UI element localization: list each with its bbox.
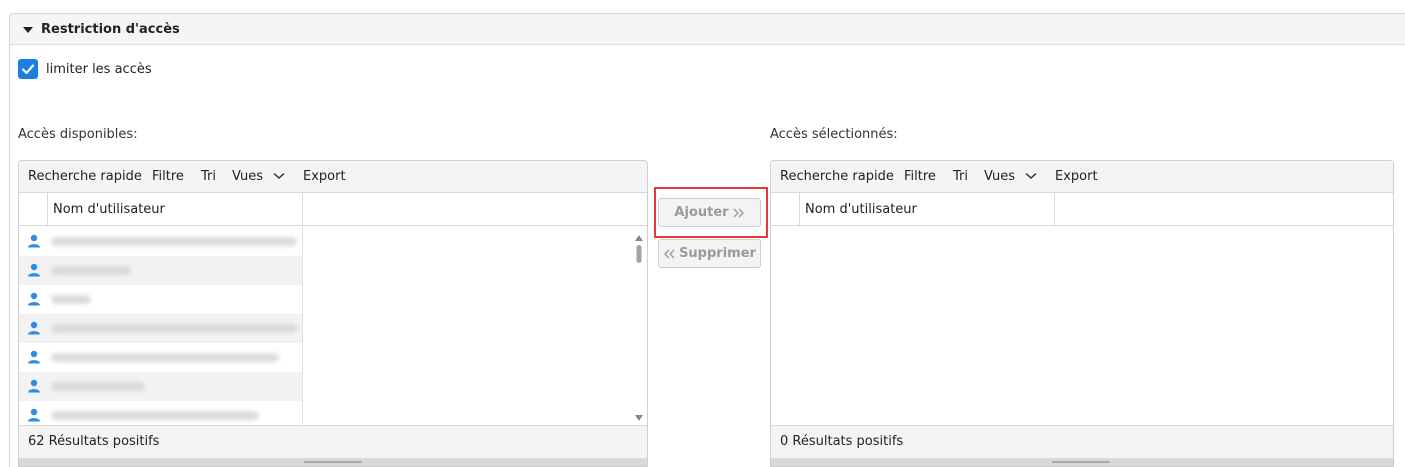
blurred-username: [51, 324, 297, 333]
export-button[interactable]: Export: [303, 169, 346, 184]
column-header-username[interactable]: Nom d'utilisateur: [53, 202, 165, 217]
column-separator: [799, 193, 800, 225]
filter-button[interactable]: Filtre: [152, 169, 184, 184]
double-chevron-right-icon: [733, 208, 744, 217]
scrollbar-thumb[interactable]: [1052, 461, 1110, 463]
check-icon: [21, 64, 35, 75]
blurred-username: [51, 237, 297, 246]
blurred-username: [51, 382, 145, 391]
panel-header[interactable]: Restriction d'accès: [10, 14, 1405, 45]
add-button[interactable]: Ajouter: [658, 198, 761, 227]
user-icon: [28, 292, 40, 306]
blurred-username: [51, 295, 91, 304]
double-chevron-left-icon: [664, 249, 675, 258]
caret-down-icon[interactable]: [23, 27, 33, 33]
grid-footer: 62 Résultats positifs: [19, 425, 647, 466]
user-icon: [28, 379, 40, 393]
export-button[interactable]: Export: [1055, 169, 1098, 184]
grid-toolbar: Recherche rapide Filtre Tri Vues Export: [771, 161, 1393, 193]
sort-button[interactable]: Tri: [201, 169, 216, 184]
grid-header: Nom d'utilisateur: [19, 193, 647, 226]
column-divider: [302, 227, 303, 426]
grid-footer: 0 Résultats positifs: [771, 425, 1393, 466]
views-button[interactable]: Vues: [984, 169, 1015, 184]
table-row[interactable]: [19, 343, 302, 372]
chevron-down-icon[interactable]: [273, 172, 285, 180]
available-access-grid: Recherche rapide Filtre Tri Vues Export …: [18, 160, 648, 467]
views-button[interactable]: Vues: [232, 169, 263, 184]
user-icon: [28, 234, 40, 248]
limit-access-label[interactable]: limiter les accès: [46, 62, 152, 77]
available-access-label: Accès disponibles:: [18, 127, 138, 142]
table-row[interactable]: [19, 227, 302, 256]
table-row[interactable]: [19, 314, 302, 343]
result-count: 0 Résultats positifs: [780, 434, 904, 449]
remove-button[interactable]: Supprimer: [658, 239, 761, 268]
user-icon: [28, 321, 40, 335]
scrollbar-thumb[interactable]: [304, 461, 362, 463]
panel-title: Restriction d'accès: [41, 22, 180, 37]
quick-search-button[interactable]: Recherche rapide: [780, 169, 894, 184]
grid-toolbar: Recherche rapide Filtre Tri Vues Export: [19, 161, 647, 193]
selected-access-grid: Recherche rapide Filtre Tri Vues Export …: [770, 160, 1394, 467]
table-row[interactable]: [19, 285, 302, 314]
table-row[interactable]: [19, 256, 302, 285]
vertical-scrollbar[interactable]: [634, 231, 644, 423]
column-separator: [47, 193, 48, 225]
blurred-username: [51, 411, 259, 420]
user-icon: [28, 263, 40, 277]
quick-search-button[interactable]: Recherche rapide: [28, 169, 142, 184]
horizontal-scrollbar[interactable]: [19, 458, 647, 466]
column-separator[interactable]: [1054, 193, 1055, 225]
column-separator[interactable]: [302, 193, 303, 225]
user-icon: [28, 350, 40, 364]
selected-access-label: Accès sélectionnés:: [770, 127, 898, 142]
blurred-username: [51, 353, 279, 362]
sort-button[interactable]: Tri: [953, 169, 968, 184]
result-count: 62 Résultats positifs: [28, 434, 160, 449]
remove-button-label: Supprimer: [679, 246, 756, 261]
limit-access-checkbox[interactable]: [18, 59, 38, 79]
grid-header: Nom d'utilisateur: [771, 193, 1393, 226]
table-row[interactable]: [19, 372, 302, 401]
add-button-label: Ajouter: [674, 205, 729, 220]
user-icon: [28, 408, 40, 422]
column-header-username[interactable]: Nom d'utilisateur: [805, 202, 917, 217]
horizontal-scrollbar[interactable]: [771, 458, 1393, 466]
chevron-down-icon[interactable]: [1025, 172, 1037, 180]
filter-button[interactable]: Filtre: [904, 169, 936, 184]
blurred-username: [51, 266, 131, 275]
